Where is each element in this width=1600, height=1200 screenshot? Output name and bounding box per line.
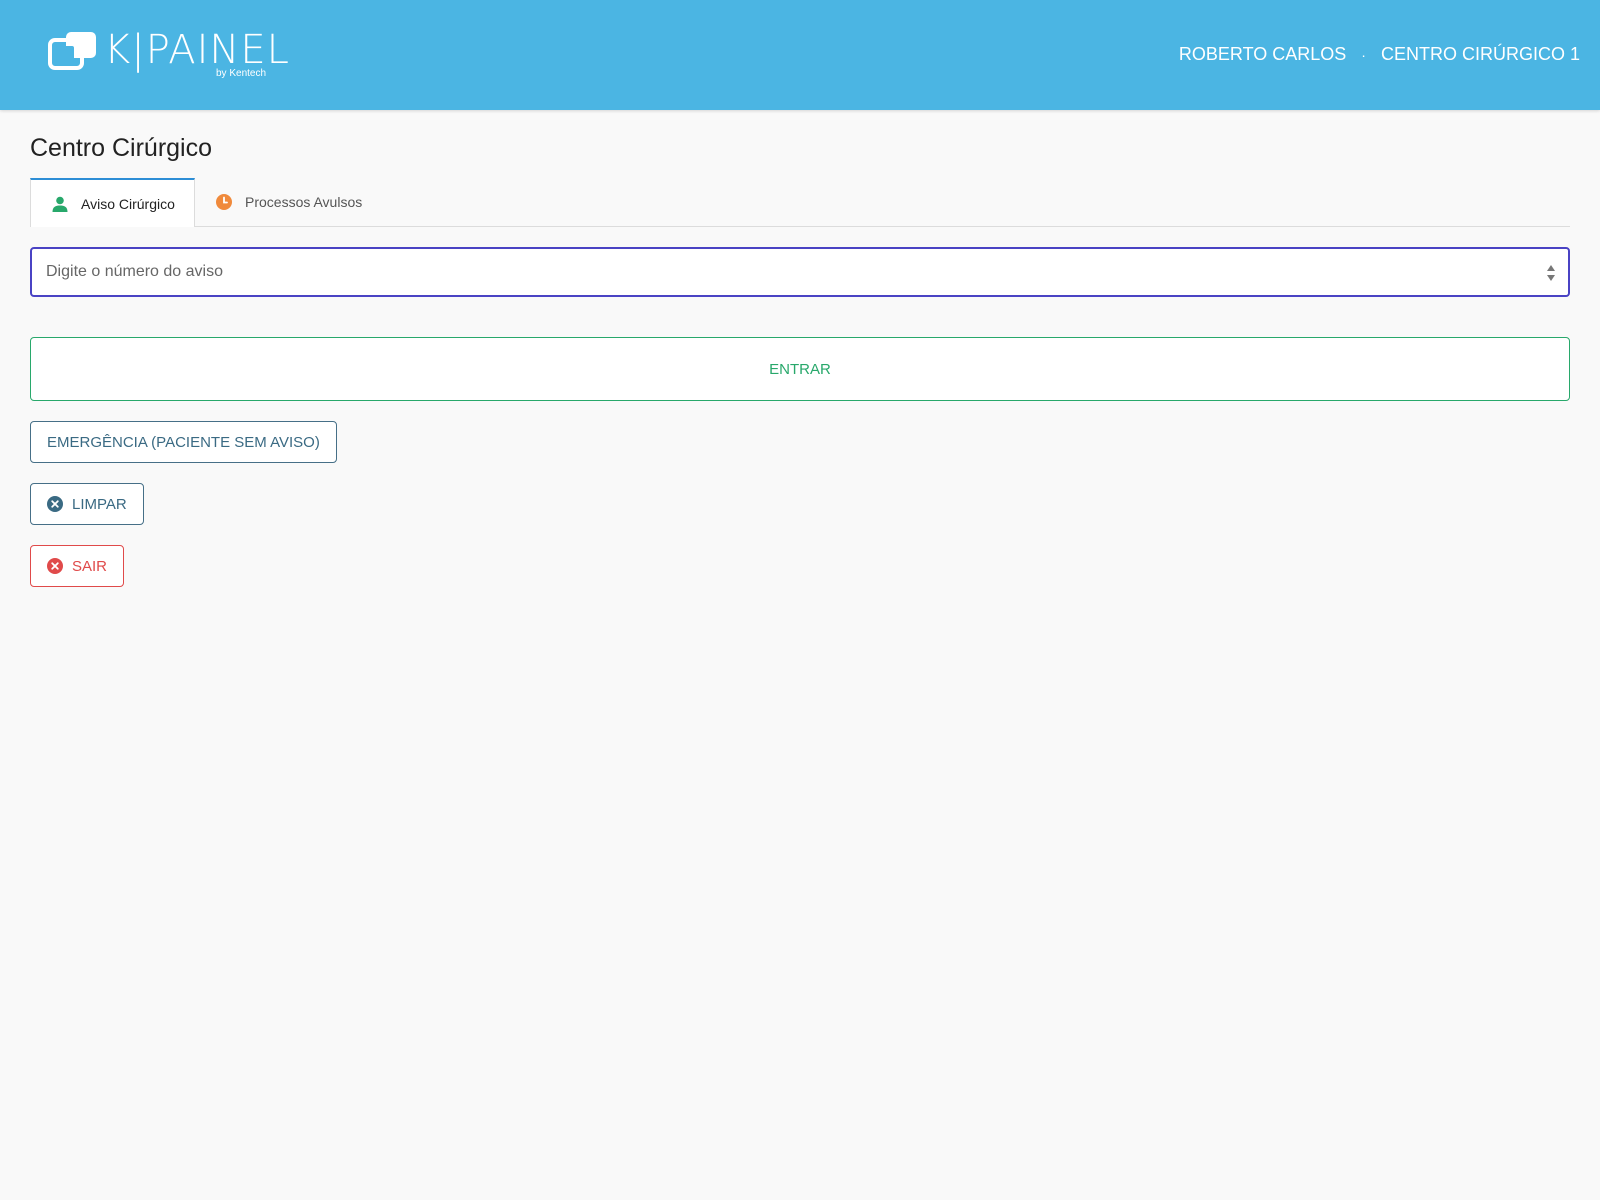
user-name[interactable]: ROBERTO CARLOS xyxy=(1179,44,1346,64)
sair-button-label: SAIR xyxy=(72,557,108,575)
tab-label: Aviso Cirúrgico xyxy=(81,195,175,212)
entrar-button[interactable]: ENTRAR xyxy=(30,337,1570,401)
tab-processos-avulsos[interactable]: Processos Avulsos xyxy=(195,178,395,225)
aviso-search-field xyxy=(30,247,1570,297)
clock-icon xyxy=(215,193,233,211)
logo-text: K|PAINEL xyxy=(104,27,290,73)
tab-label: Processos Avulsos xyxy=(245,193,363,210)
limpar-button[interactable]: LIMPAR xyxy=(30,483,144,525)
tab-aviso-cirurgico[interactable]: Aviso Cirúrgico xyxy=(30,178,195,227)
limpar-button-label: LIMPAR xyxy=(72,495,127,513)
header-separator: · xyxy=(1361,47,1366,63)
header-user-info: ROBERTO CARLOS · CENTRO CIRÚRGICO 1 xyxy=(1179,42,1580,67)
logo-subtitle: by Kentech xyxy=(216,68,267,79)
emergencia-button[interactable]: EMERGÊNCIA (PACIENTE SEM AVISO) xyxy=(30,421,337,463)
emergencia-button-label: EMERGÊNCIA (PACIENTE SEM AVISO) xyxy=(47,433,320,451)
sair-button[interactable]: SAIR xyxy=(30,545,125,587)
tab-bar: Aviso Cirúrgico Processos Avulsos xyxy=(30,178,1570,227)
user-icon xyxy=(51,195,69,213)
app-logo[interactable]: K|PAINEL by Kentech xyxy=(48,28,289,82)
aviso-number-input[interactable] xyxy=(32,249,1522,295)
page-title: Centro Cirúrgico xyxy=(30,134,213,162)
number-stepper-icon[interactable] xyxy=(1546,263,1556,283)
close-icon xyxy=(47,558,63,574)
clear-icon xyxy=(47,496,63,512)
app-header: K|PAINEL by Kentech ROBERTO CARLOS · CEN… xyxy=(0,0,1600,110)
logo-mark-icon xyxy=(48,32,96,70)
unit-name[interactable]: CENTRO CIRÚRGICO 1 xyxy=(1381,44,1580,64)
